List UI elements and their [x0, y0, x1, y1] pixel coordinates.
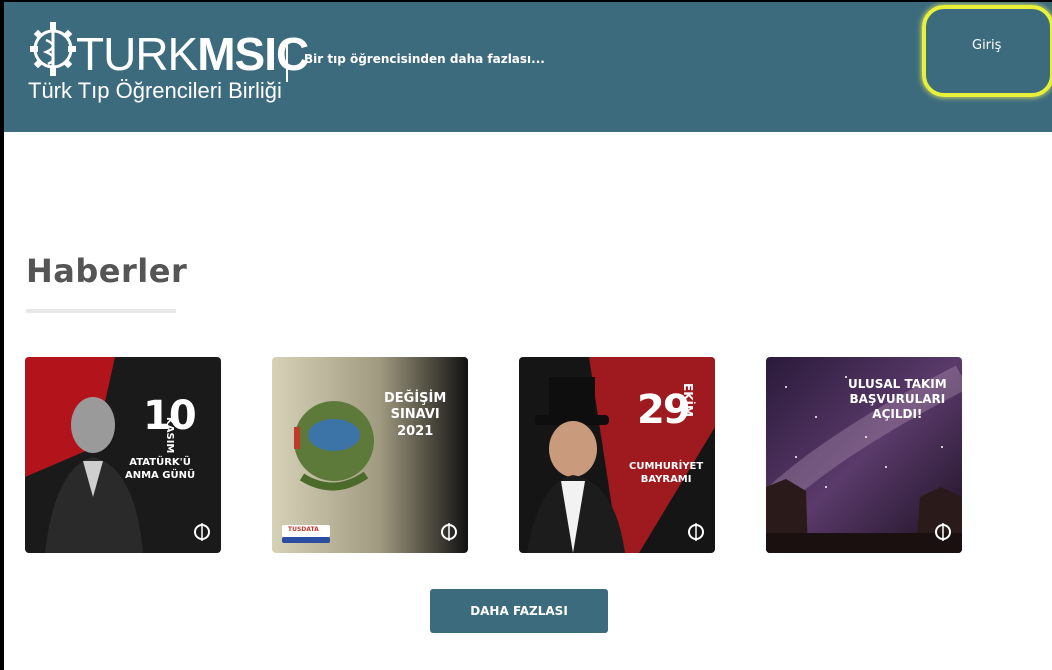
logo-subtitle: Türk Tıp Öğrencileri Birliği [28, 78, 282, 103]
card-caption: DEĞİŞİM SINAVI 2021 [384, 391, 447, 439]
turkmsic-small-logo-icon [688, 523, 704, 541]
title-underline [26, 309, 176, 313]
news-card-29-ekim[interactable]: 29 EKİM CUMHURİYET BAYRAMI [519, 357, 715, 553]
login-link[interactable]: Giriş [972, 38, 1001, 53]
turkmsic-logo[interactable]: TURKMSIC Türk Tıp Öğrencileri Birliği [24, 20, 309, 112]
turkmsic-small-logo-icon [441, 523, 457, 541]
section-title: Haberler [26, 252, 188, 290]
turkmsic-small-logo-icon [194, 523, 210, 541]
turkmsic-small-logo-icon [935, 523, 951, 541]
card-caption: CUMHURİYET BAYRAMI [629, 461, 704, 485]
page: TURKMSIC Türk Tıp Öğrencileri Birliği Bi… [4, 2, 1052, 670]
news-card-degisim-sinavi[interactable]: DEĞİŞİM SINAVI 2021 TUSDATA [272, 357, 468, 553]
site-header: TURKMSIC Türk Tıp Öğrencileri Birliği Bi… [4, 2, 1052, 132]
header-divider [286, 40, 288, 82]
news-card-10-kasim[interactable]: 10 KASIM ATATÜRK'Ü ANMA GÜNÜ [25, 357, 221, 553]
more-news-button[interactable]: DAHA FAZLASI [430, 589, 608, 633]
card-side-label: EKİM [681, 383, 695, 417]
card-caption: ULUSAL TAKIM BAŞVURULARI AÇILDI! [848, 377, 947, 421]
card-caption: ATATÜRK'Ü ANMA GÜNÜ [125, 457, 196, 481]
news-card-ulusal-takim[interactable]: ULUSAL TAKIM BAŞVURULARI AÇILDI! [766, 357, 962, 553]
tusdata-badge: TUSDATA [288, 526, 319, 533]
logo-brand: TURKMSIC [76, 28, 309, 80]
tagline: Bir tıp öğrencisinden daha fazlası... [304, 52, 545, 66]
card-side-label: KASIM [164, 417, 175, 454]
emblem-icon [30, 22, 76, 76]
